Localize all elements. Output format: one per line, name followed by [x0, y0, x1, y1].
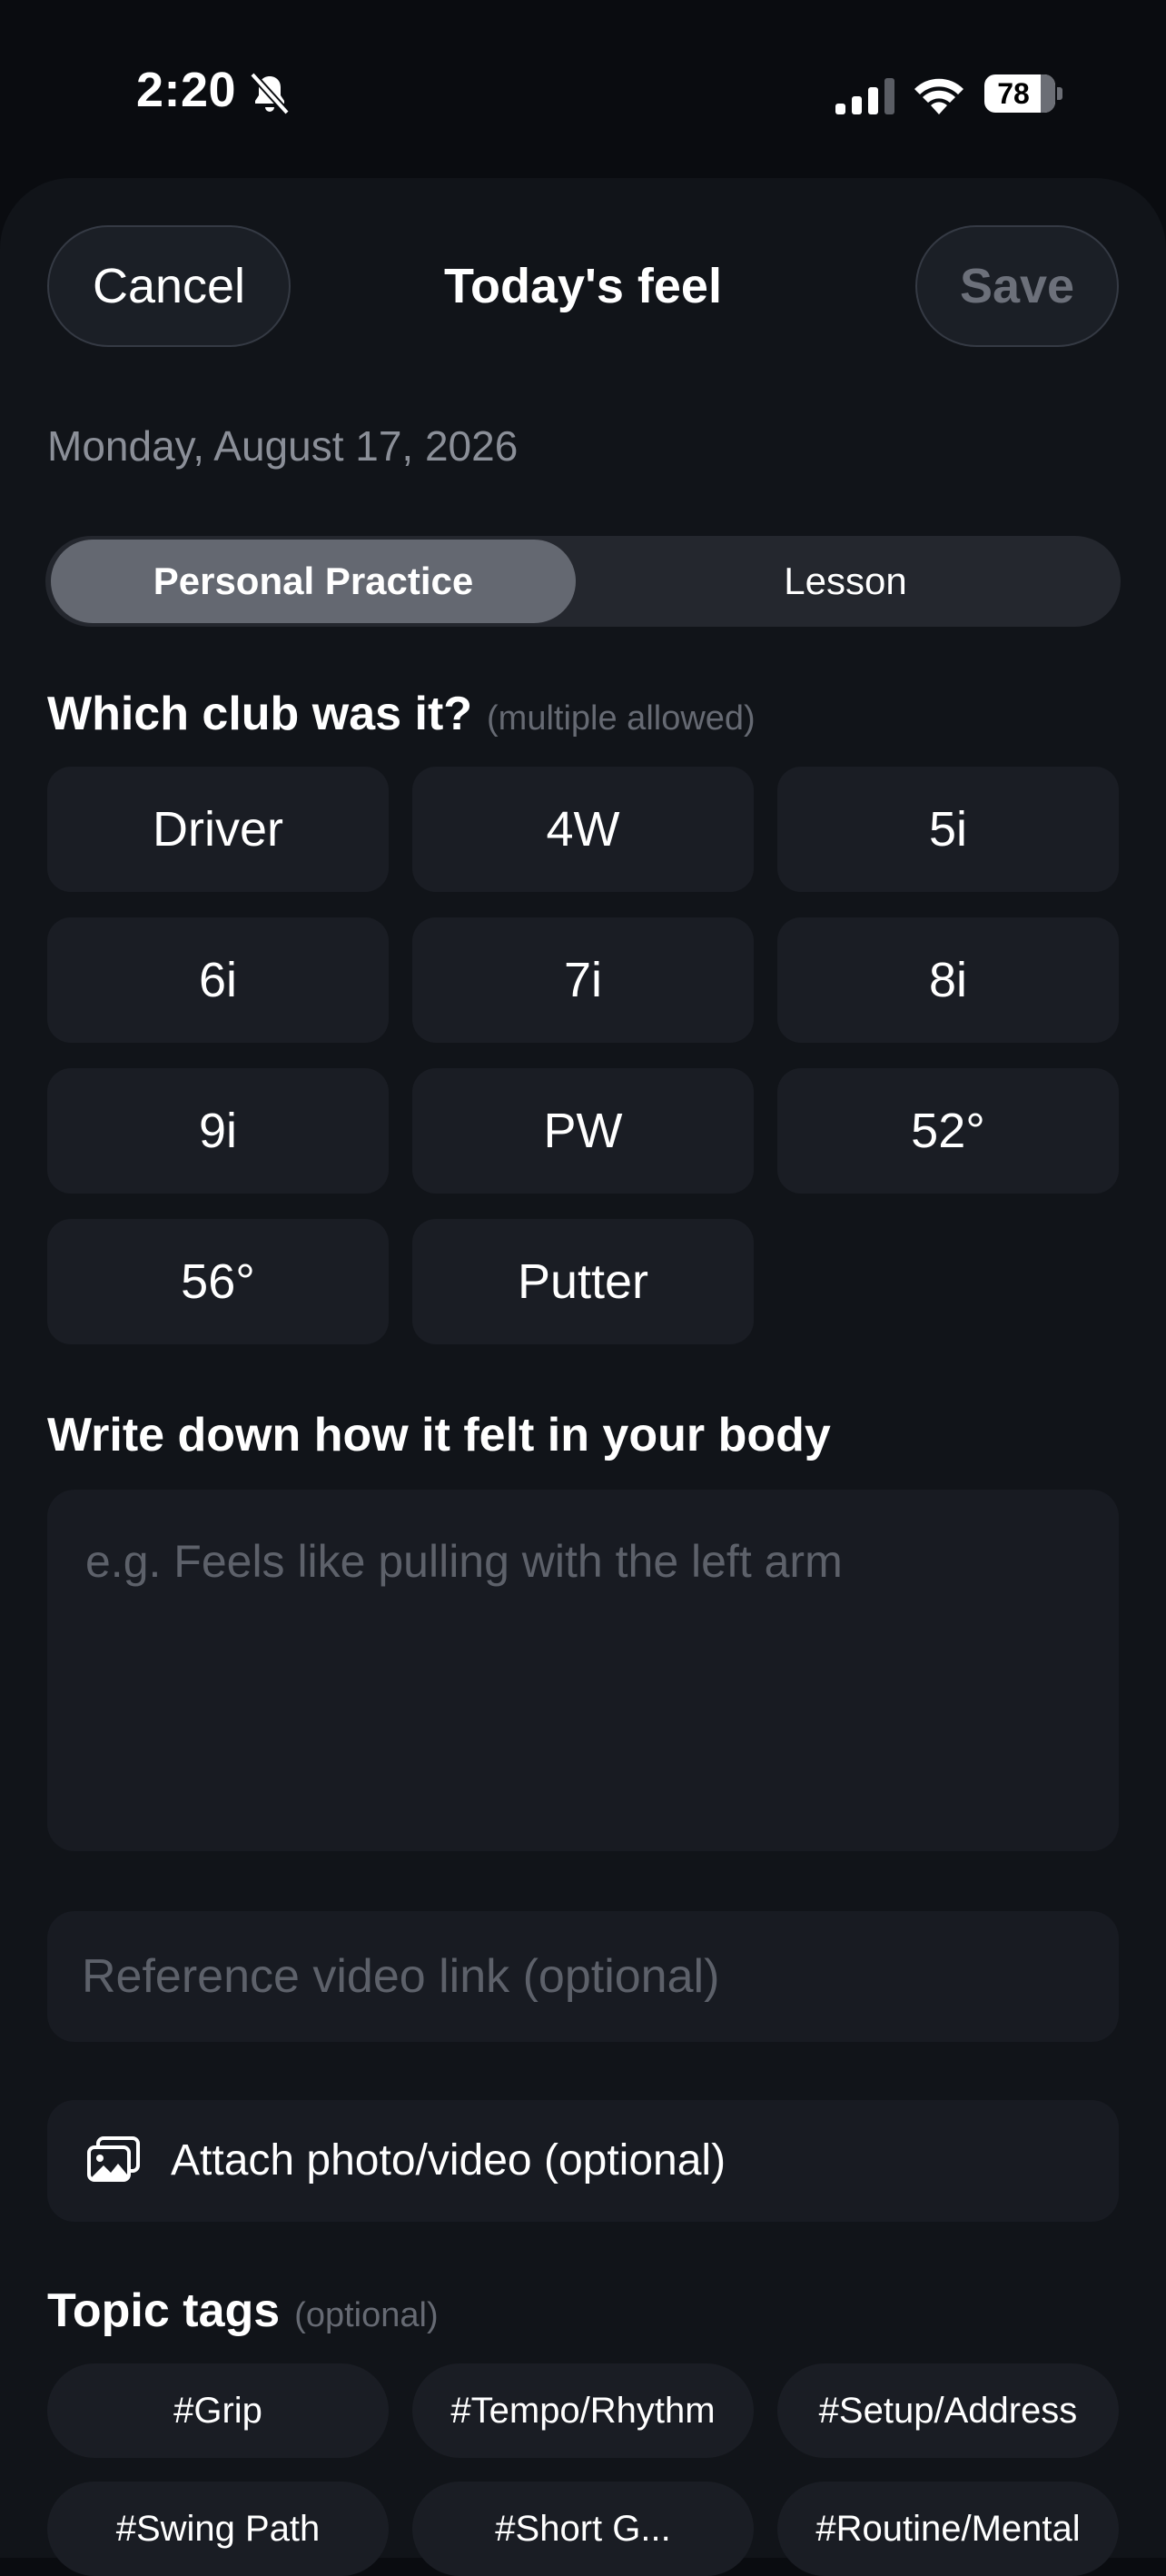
cancel-button[interactable]: Cancel — [47, 225, 291, 347]
save-button[interactable]: Save — [915, 225, 1119, 347]
wifi-icon — [914, 78, 963, 114]
feel-entry-sheet: Cancel Today's feel Save Monday, August … — [0, 178, 1166, 2576]
tags-section-heading: Topic tags — [47, 2284, 281, 2337]
club-52-button[interactable]: 52° — [777, 1068, 1119, 1194]
tag-grip[interactable]: #Grip — [47, 2363, 389, 2458]
club-7i-button[interactable]: 7i — [412, 917, 754, 1043]
tags-section-title: Topic tags (optional) — [47, 2284, 439, 2338]
bell-slash-icon — [250, 72, 290, 115]
tag-setup-address[interactable]: #Setup/Address — [777, 2363, 1119, 2458]
sheet-title: Today's feel — [444, 259, 722, 313]
club-putter-button[interactable]: Putter — [412, 1219, 754, 1344]
feel-placeholder: e.g. Feels like pulling with the left ar… — [85, 1536, 843, 1587]
club-4w-button[interactable]: 4W — [412, 767, 754, 892]
tag-short-game[interactable]: #Short G... — [412, 2482, 754, 2576]
battery-level: 78 — [997, 77, 1030, 110]
club-driver-button[interactable]: Driver — [47, 767, 389, 892]
photo-gallery-icon — [87, 2136, 140, 2182]
tab-personal-practice[interactable]: Personal Practice — [51, 540, 576, 623]
club-section-hint: (multiple allowed) — [487, 699, 756, 738]
feel-textarea[interactable]: e.g. Feels like pulling with the left ar… — [47, 1490, 1119, 1851]
tag-tempo-rhythm[interactable]: #Tempo/Rhythm — [412, 2363, 754, 2458]
club-section-title: Which club was it? (multiple allowed) — [47, 687, 756, 741]
mode-segmented-control: Personal Practice Lesson — [45, 536, 1121, 627]
tag-routine-mental[interactable]: #Routine/Mental — [777, 2482, 1119, 2576]
club-section-heading: Which club was it? — [47, 688, 473, 740]
attach-media-label: Attach photo/video (optional) — [171, 2136, 726, 2185]
battery-icon: 78 — [984, 74, 1062, 113]
tags-section-hint: (optional) — [294, 2296, 439, 2334]
club-56-button[interactable]: 56° — [47, 1219, 389, 1344]
status-bar: 2:20 78 — [0, 0, 1166, 182]
tab-lesson[interactable]: Lesson — [576, 540, 1115, 623]
club-pw-button[interactable]: PW — [412, 1068, 754, 1194]
entry-date: Monday, August 17, 2026 — [47, 422, 519, 470]
tag-swing-path[interactable]: #Swing Path — [47, 2482, 389, 2576]
club-8i-button[interactable]: 8i — [777, 917, 1119, 1043]
club-6i-button[interactable]: 6i — [47, 917, 389, 1043]
cellular-signal-icon — [835, 78, 894, 114]
club-5i-button[interactable]: 5i — [777, 767, 1119, 892]
status-time: 2:20 — [136, 63, 237, 117]
feel-section-title: Write down how it felt in your body — [47, 1409, 831, 1461]
video-link-placeholder: Reference video link (optional) — [82, 1950, 720, 2003]
club-9i-button[interactable]: 9i — [47, 1068, 389, 1194]
video-link-input[interactable]: Reference video link (optional) — [47, 1911, 1119, 2042]
attach-media-button[interactable]: Attach photo/video (optional) — [47, 2100, 1119, 2222]
